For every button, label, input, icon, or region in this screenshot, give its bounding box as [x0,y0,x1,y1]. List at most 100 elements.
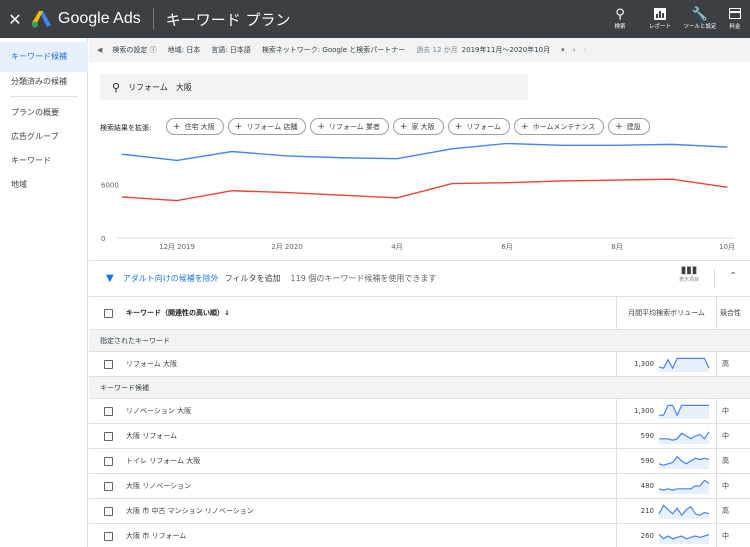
data-point [671,143,673,145]
volume-cell: 210 [616,499,717,523]
table-section-header: キーワード候補 [89,377,750,399]
add-filter-button[interactable]: フィルタを追加 [225,273,281,284]
table-section-header: 指定されたキーワード [89,330,750,352]
sparkline-area [659,480,709,494]
expand-chip[interactable]: + リフォーム 業者 [310,118,389,135]
expand-chip[interactable]: + 建設 [608,118,650,135]
expand-chip[interactable]: + リフォーム 店舗 [227,118,307,135]
search-query: リフォーム 大阪 [128,82,192,92]
row-checkbox[interactable] [104,431,113,441]
reports-button[interactable]: レポート [640,0,680,38]
sidebar-item-ad-groups[interactable]: 広告グループ [0,131,88,142]
keyword-search-input[interactable]: ⚲ リフォーム 大阪 [100,74,528,100]
google-ads-logo[interactable]: Google Ads [32,10,141,28]
x-tick-label: 6月 [501,243,512,251]
next-period-icon[interactable]: › [583,46,586,54]
billing-button[interactable]: 料金 [720,0,750,38]
tools-settings-button[interactable]: 🔧 ツールと設定 [680,0,720,38]
trend-sparkline [658,479,710,494]
previous-period-icon[interactable]: ‹ [573,46,576,54]
expand-chip[interactable]: + 家 大阪 [392,118,444,135]
row-checkbox[interactable] [104,456,113,466]
data-point [121,153,123,155]
series-line-red [121,178,728,202]
trend-sparkline [659,404,709,419]
trend-sparkline [658,534,710,544]
collapse-sidebar-icon[interactable]: ◀ [97,46,102,54]
volume-cell: 480 [616,474,717,498]
data-point [671,178,673,180]
sidebar-item-keyword-ideas[interactable]: キーワード候補 [0,42,88,72]
wrench-icon: 🔧 [691,7,709,22]
row-checkbox[interactable] [104,481,113,491]
top-app-bar: ✕ Google Ads キーワード プラン ⚲ 検索 レポート 🔧 ツールと設… [0,0,750,38]
network-setting[interactable]: 検索ネットワーク: Google と検索パートナー [262,45,406,55]
data-point [561,144,563,146]
row-checkbox[interactable] [104,359,113,369]
table-row[interactable]: リフォーム 大阪 1,300 高 [89,352,750,377]
select-all-checkbox[interactable] [104,308,113,318]
add-icon: + [615,121,623,132]
exclude-adult-filter[interactable]: アダルト向けの候補を除外 [123,273,219,284]
add-icon: + [521,121,529,132]
tools-settings-button-label: ツールと設定 [683,24,717,30]
table-row[interactable]: リノベーション 大阪 1,300 中 [89,399,750,424]
add-icon: + [399,121,408,132]
add-icon: + [234,121,243,132]
table-row[interactable]: 大阪 リノベーション 480 中 [89,474,750,499]
chip-label: リフォーム [466,122,502,131]
row-checkbox[interactable] [104,406,113,416]
row-checkbox[interactable] [104,531,113,541]
expand-chip[interactable]: + 住宅 大阪 [166,118,224,135]
chip-label: リフォーム 店舗 [246,122,298,131]
sparkline-area [659,534,709,544]
table-row[interactable]: 大阪 リフォーム 590 中 [89,424,750,449]
x-tick-label: 2月 2020 [271,243,303,251]
row-checkbox[interactable] [104,506,113,516]
sparkline-area [659,358,709,372]
data-point [451,183,453,185]
toolbar-divider [714,269,715,289]
data-point [341,194,343,196]
sidebar-item-locations[interactable]: 地域 [0,179,88,190]
volume-value: 590 [640,457,654,465]
filter-icon[interactable]: ▼ [106,273,114,284]
expand-chip[interactable]: + ホームメンテナンス [514,118,605,135]
reports-button-label: レポート [648,24,671,30]
competition-cell: 中 [722,432,729,440]
sidebar-item-plan-overview[interactable]: プランの概要 [0,107,88,118]
competition-column-header[interactable]: 競合性 [720,308,741,318]
language-setting[interactable]: 言語: 日本語 [211,45,251,55]
data-point [176,159,178,162]
chip-label: リフォーム 業者 [328,122,380,131]
bar-chart-icon [654,8,666,24]
chip-label: ホームメンテナンス [532,122,596,131]
chevron-up-icon[interactable]: ⌃ [729,271,737,282]
table-row[interactable]: トイレ リフォーム 大阪 590 高 [89,449,750,474]
sidebar-item-grouped-ideas[interactable]: 分類済みの候補 [0,76,88,87]
expand-chip[interactable]: + リフォーム [447,118,511,135]
y-tick-label: 6000 [101,182,119,190]
sidebar-item-keywords[interactable]: キーワード [0,155,88,166]
data-point [561,180,563,182]
volume-column-header[interactable]: 月間平均検索ボリューム [616,297,717,329]
table-row[interactable]: 大阪 市 リフォーム 260 中 [89,524,750,547]
data-point [726,186,728,188]
volume-value: 1,300 [633,360,654,368]
data-point [231,190,233,192]
search-button[interactable]: ⚲ 検索 [600,0,640,38]
data-point [286,191,288,194]
data-point [726,146,728,148]
columns-icon: ▮▮▮ [680,265,698,276]
search-settings-label[interactable]: 検索の設定 ⓘ [112,45,156,55]
close-icon[interactable]: ✕ [0,10,30,29]
location-setting[interactable]: 地域: 日本 [168,45,201,55]
sparkline-area [659,431,709,444]
date-range-value[interactable]: 2019年11月～2020年10月 [462,45,550,55]
table-row[interactable]: 大阪 市 中古 マンション リノベーション 210 高 [89,499,750,524]
data-point [231,150,233,153]
volume-value: 260 [640,532,654,540]
columns-button[interactable]: ▮▮▮ 表示項目 [674,265,704,283]
date-dropdown-icon[interactable]: ▾ [561,46,565,54]
add-icon: + [454,121,463,132]
